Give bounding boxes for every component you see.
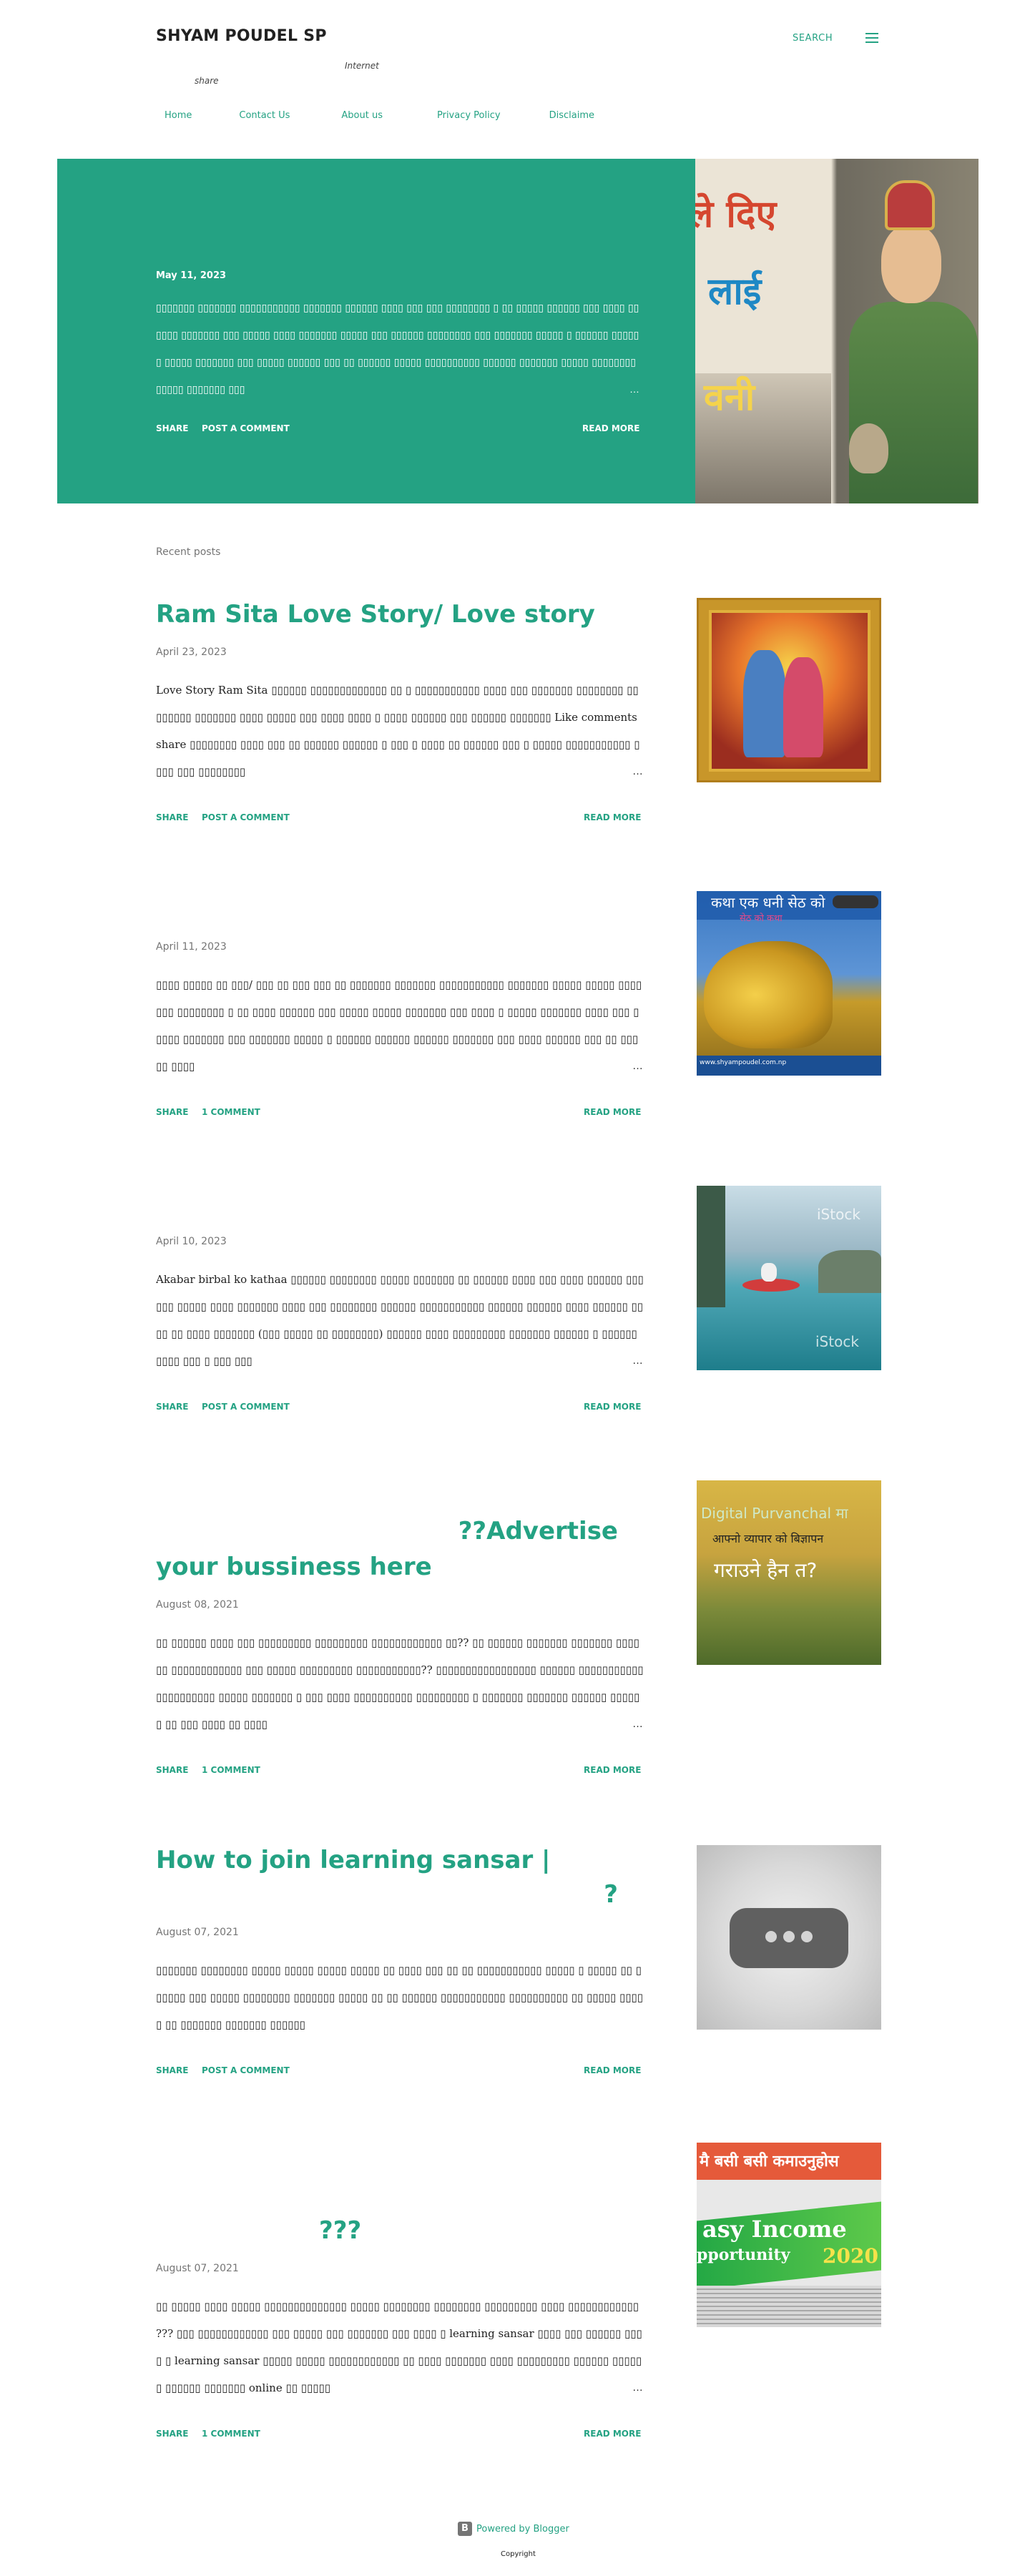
nav-disclaimer[interactable]: Disclaime bbox=[539, 110, 604, 121]
papers-illustration bbox=[697, 2286, 881, 2327]
thumbnail-text: गराउने हैन त? bbox=[714, 1558, 818, 1582]
post-thumbnail[interactable]: iStock iStock bbox=[697, 1186, 881, 1370]
nav-home[interactable]: Home bbox=[156, 110, 202, 121]
read-more-link[interactable]: READ MORE bbox=[584, 812, 641, 822]
hamburger-menu-icon[interactable] bbox=[865, 33, 878, 43]
comment-link[interactable]: 1 COMMENT bbox=[202, 1765, 260, 1775]
copyright-text: Copyright bbox=[501, 2550, 536, 2558]
post-title[interactable]: ??Advertise bbox=[156, 1513, 618, 1549]
featured-post: May 11, 2023 ▯▯▯▯▯▯▯ ▯▯▯▯▯▯▯ ▯▯▯▯▯▯▯▯▯▯▯… bbox=[57, 159, 978, 503]
read-more-link[interactable]: READ MORE bbox=[584, 2429, 641, 2439]
golden-horse-statue bbox=[704, 941, 833, 1048]
post-date: April 11, 2023 bbox=[156, 941, 227, 953]
post-title-line-2[interactable]: ? bbox=[156, 1877, 618, 1912]
post-thumbnail[interactable]: मै बसी बसी कमाउनुहोस asy Income pportuni… bbox=[697, 2143, 881, 2327]
share-button[interactable]: SHARE bbox=[156, 2429, 188, 2439]
tagline-text: share bbox=[195, 76, 219, 86]
falcon-illustration bbox=[849, 423, 888, 473]
post-title[interactable]: How to join learning sansar | bbox=[156, 1842, 550, 1878]
post-snippet: ▯▯ ▯▯▯▯▯▯ ▯▯▯▯ ▯▯▯ ▯▯▯▯▯▯▯▯▯ ▯▯▯▯▯▯▯▯▯ ▯… bbox=[156, 1636, 644, 1731]
post-title[interactable]: ??? bbox=[319, 2213, 361, 2248]
ram-figure bbox=[743, 650, 786, 757]
post-snippet: ▯▯▯▯ ▯▯▯▯▯ ▯▯ ▯▯▯/ ▯▯▯ ▯▯ ▯▯▯ ▯▯▯ ▯▯ ▯▯▯… bbox=[156, 978, 642, 1073]
post-snippet: ▯▯ ▯▯▯▯▯ ▯▯▯▯ ▯▯▯▯▯ ▯▯▯▯▯▯▯▯▯▯▯▯▯▯ ▯▯▯▯▯… bbox=[156, 2300, 642, 2394]
share-button[interactable]: SHARE bbox=[156, 2065, 188, 2075]
featured-share-button[interactable]: SHARE bbox=[156, 423, 188, 433]
post-date: August 07, 2021 bbox=[156, 1927, 239, 1938]
thumbnail-text: asy Income bbox=[702, 2216, 847, 2243]
featured-post-snippet: ▯▯▯▯▯▯▯ ▯▯▯▯▯▯▯ ▯▯▯▯▯▯▯▯▯▯▯ ▯▯▯▯▯▯▯ ▯▯▯▯… bbox=[156, 303, 639, 395]
comment-link[interactable]: POST A COMMENT bbox=[202, 812, 290, 822]
read-more-link[interactable]: READ MORE bbox=[584, 1402, 641, 1412]
post-date: August 07, 2021 bbox=[156, 2263, 239, 2274]
thumbnail-text: मै बसी बसी कमाउनुहोस bbox=[700, 2153, 839, 2171]
blogger-icon: B bbox=[458, 2522, 472, 2536]
site-header: SHYAM POUDEL SP SEARCH Internet share Ho… bbox=[0, 0, 1030, 157]
recent-posts-heading: Recent posts bbox=[156, 546, 221, 558]
post-date: August 08, 2021 bbox=[156, 1599, 239, 1611]
snippet-ellipsis: … bbox=[632, 1355, 643, 1367]
watermark-text: iStock bbox=[815, 1333, 859, 1350]
read-more-link[interactable]: READ MORE bbox=[584, 2065, 641, 2075]
read-more-link[interactable]: READ MORE bbox=[584, 1107, 641, 1117]
comment-link[interactable]: POST A COMMENT bbox=[202, 1402, 290, 1412]
featured-image-text: वनी bbox=[704, 376, 755, 419]
read-more-link[interactable]: READ MORE bbox=[584, 1765, 641, 1775]
post-thumbnail[interactable]: Digital Purvanchal मा आफ्नो व्यापार को ब… bbox=[697, 1480, 881, 1665]
nav-about-us[interactable]: About us bbox=[331, 110, 393, 121]
comment-link[interactable]: POST A COMMENT bbox=[202, 2065, 290, 2075]
nav-contact-us[interactable]: Contact Us bbox=[229, 110, 300, 121]
post-date: April 10, 2023 bbox=[156, 1236, 227, 1247]
share-button[interactable]: SHARE bbox=[156, 1107, 188, 1117]
thumbnail-text: Digital Purvanchal मा bbox=[701, 1505, 848, 1522]
tagline-text: Internet bbox=[345, 61, 379, 71]
thumbnail-year: 2020 bbox=[823, 2244, 878, 2268]
featured-image-text: लाई bbox=[708, 270, 762, 313]
featured-comment-link[interactable]: POST A COMMENT bbox=[202, 423, 290, 433]
main-nav: Home Contact Us About us Privacy Policy … bbox=[156, 110, 604, 121]
thumbnail-title: कथा एक धनी सेठ को bbox=[711, 894, 825, 911]
thumbnail-text: आफ्नो व्यापार को बिज्ञापन bbox=[712, 1532, 824, 1545]
watermark-text: iStock bbox=[817, 1206, 860, 1223]
king-illustration bbox=[842, 159, 978, 503]
post-snippet: Akabar birbal ko kathaa ▯▯▯▯▯▯ ▯▯▯▯▯▯▯▯ … bbox=[156, 1273, 644, 1367]
share-button[interactable]: SHARE bbox=[156, 812, 188, 822]
featured-snippet-ellipsis: … bbox=[629, 383, 639, 395]
snippet-ellipsis: … bbox=[632, 1718, 643, 1730]
post-snippet: ▯▯▯▯▯▯▯ ▯▯▯▯▯▯▯▯ ▯▯▯▯▯ ▯▯▯▯▯ ▯▯▯▯▯ ▯▯▯▯▯… bbox=[156, 1964, 644, 2031]
post-thumbnail[interactable] bbox=[697, 598, 881, 782]
search-button[interactable]: SEARCH bbox=[793, 33, 833, 44]
snippet-ellipsis: … bbox=[632, 765, 643, 777]
thumbnail-text: pportunity bbox=[697, 2246, 790, 2264]
post-title[interactable]: Ram Sita Love Story/ Love story bbox=[156, 596, 595, 632]
featured-post-date: May 11, 2023 bbox=[156, 270, 227, 281]
nav-privacy-policy[interactable]: Privacy Policy bbox=[427, 110, 511, 121]
comment-link[interactable]: 1 COMMENT bbox=[202, 1107, 260, 1117]
post-title-line-2[interactable]: your bussiness here bbox=[156, 1549, 432, 1585]
powered-by-text: Powered by Blogger bbox=[476, 2523, 569, 2535]
post-thumbnail[interactable]: कथा एक धनी सेठ को सेठ को कथा www.shyampo… bbox=[697, 891, 881, 1076]
featured-read-more-link[interactable]: READ MORE bbox=[582, 423, 639, 433]
featured-post-image[interactable]: ले दिए लाई वनी bbox=[695, 159, 978, 503]
sita-figure bbox=[783, 657, 823, 757]
post-date: April 23, 2023 bbox=[156, 647, 227, 658]
post-snippet: Love Story Ram Sita ▯▯▯▯▯▯ ▯▯▯▯▯▯▯▯▯▯▯▯▯… bbox=[156, 684, 640, 778]
thumbnail-subtitle: सेठ को कथा bbox=[740, 913, 783, 924]
share-button[interactable]: SHARE bbox=[156, 1402, 188, 1412]
snippet-ellipsis: … bbox=[632, 1060, 643, 1072]
comment-link[interactable]: 1 COMMENT bbox=[202, 2429, 260, 2439]
featured-image-text: ले दिए bbox=[695, 193, 777, 236]
thumbnail-url: www.shyampoudel.com.np bbox=[700, 1059, 787, 1066]
snippet-ellipsis: … bbox=[632, 2381, 643, 2394]
powered-by-blogger-link[interactable]: B Powered by Blogger bbox=[458, 2522, 569, 2536]
share-button[interactable]: SHARE bbox=[156, 1765, 188, 1775]
post-thumbnail[interactable] bbox=[697, 1845, 881, 2030]
blog-title[interactable]: SHYAM POUDEL SP bbox=[156, 27, 327, 45]
